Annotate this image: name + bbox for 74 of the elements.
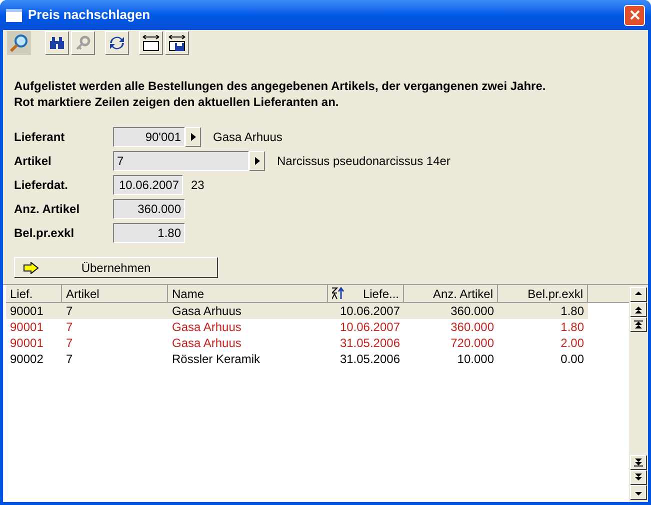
arrow-right-icon [190,133,196,141]
table-cell-text: 7 [65,303,74,319]
table-cell-text: 31.05.2006 [338,335,401,351]
input-field[interactable]: 360.000 [113,199,185,219]
field-label: Anz. Artikel [14,201,81,218]
scroll-up-button[interactable] [630,317,647,332]
field-label: Bel.pr.exkl [14,225,76,242]
toolbar-button[interactable] [139,31,163,55]
table-cell-text: Rössler Keramik [171,351,262,367]
input-field[interactable]: 10.06.2007 [113,175,183,195]
table-cell-text: 7 [65,351,74,367]
table-cell-text: 90001 [9,303,44,319]
arrow-up-icon [634,305,643,314]
scroll-down-button[interactable] [630,485,647,500]
window-title: Preis nachschlagen [28,6,152,24]
table-cell-text: 0.00 [560,351,585,367]
refresh-icon [109,35,125,51]
table-cell-text: 7 [65,319,74,335]
table-cell-text: Gasa Arhuus [171,335,242,351]
input-field[interactable]: 1.80 [113,223,185,243]
sort-icon [332,287,344,300]
arrow-up-icon [634,320,643,329]
arrow-down-icon [634,458,643,467]
apply-button[interactable]: Übernehmen [14,257,218,278]
toolbar-button[interactable] [45,31,69,55]
scroll-up-button[interactable] [630,287,647,302]
table-cell-text: 1.80 [560,303,585,319]
toolbar-button[interactable] [165,31,189,55]
table-row[interactable]: 90002 7 Rössler Keramik 31.05.2006 10.000 0.00 [6,351,629,367]
window-icon [6,8,22,22]
lookup-button[interactable] [185,127,201,147]
table-cell-text: 2.00 [560,335,585,351]
close-button[interactable] [624,4,645,26]
arrow-right-icon [23,262,39,274]
table-cell-text: Gasa Arhuus [171,319,242,335]
search-icon [9,33,29,53]
table-cell-text: 7 [65,335,74,351]
field-label: Lieferant [14,129,66,146]
frame-icon [142,35,160,51]
key-icon [75,35,91,51]
field-note: Gasa Arhuus [213,129,282,146]
field-label: Lieferdat. [14,177,70,194]
frame-save-icon [168,35,186,51]
field-note: 23 [191,177,204,194]
table-row[interactable]: 90001 7 Gasa Arhuus 10.06.2007 360.000 1.80 [6,303,588,319]
arrow-right-icon [254,157,260,165]
arrow-down-icon [634,473,643,482]
table-cell-text: 360.000 [450,319,495,335]
scroll-down-button[interactable] [630,470,647,485]
toolbar-button[interactable] [105,31,129,55]
table-row[interactable]: 90001 7 Gasa Arhuus 31.05.2006 720.000 2.00 [6,335,629,351]
table-row[interactable]: 90001 7 Gasa Arhuus 10.06.2007 360.000 1.80 [6,319,629,335]
lookup-button[interactable] [249,151,265,171]
table-cell-text: 10.000 [456,351,495,367]
binoculars-icon [49,36,65,50]
scroll-down-button[interactable] [630,455,647,470]
table-cell-text: 10.06.2007 [338,319,401,335]
table-cell-text: 1.80 [560,319,585,335]
info-text: Aufgelistet werden alle Bestellungen des angegebenen Artikels, der vergangenen zwei Jahre. [14,78,547,94]
input-field[interactable]: 7 [113,151,249,171]
info-text: Rot marktiere Zeilen zeigen den aktuellen Lieferanten an. [14,94,340,110]
table-cell-text: 90001 [9,319,44,335]
table-cell-text: Gasa Arhuus [171,303,242,319]
table-cell-text: 90002 [9,351,44,367]
field-note: Narcissus pseudonarcissus 14er [277,153,450,170]
close-icon [630,10,640,20]
table-cell-text: 10.06.2007 [338,303,401,319]
scroll-up-button[interactable] [630,302,647,317]
table-cell-text: 720.000 [450,335,495,351]
table-cell-text: 360.000 [450,303,495,319]
input-field[interactable]: 90'001 [113,127,185,147]
table-cell-text: 90001 [9,335,44,351]
field-label: Artikel [14,153,52,170]
table-cell-text: 31.05.2006 [338,351,401,367]
